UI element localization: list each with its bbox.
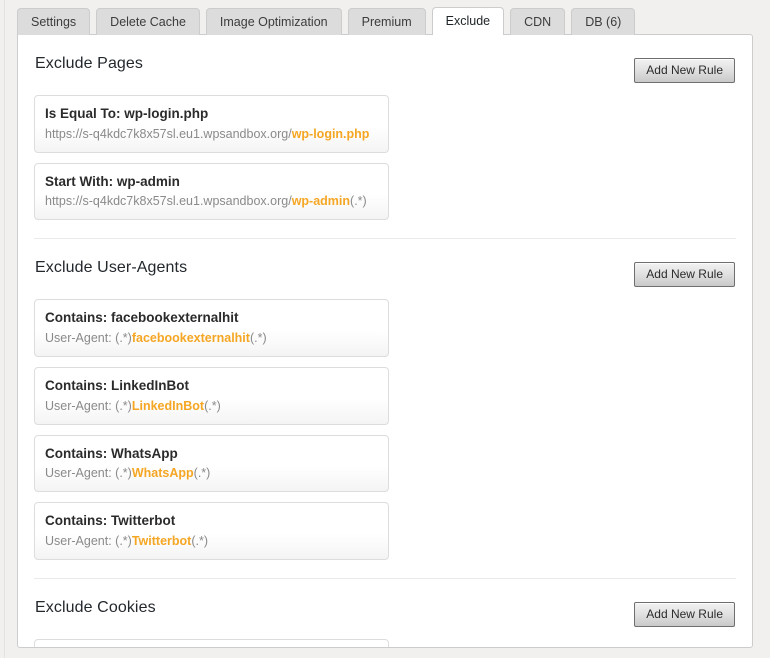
tab-label: Premium <box>361 14 412 29</box>
section-header: Exclude Pages Add New Rule <box>34 55 736 89</box>
rule-card-detail: User-Agent: (.*)WhatsApp(.*) <box>45 464 378 482</box>
tab-label: Exclude <box>445 14 491 29</box>
rule-detail-prefix: https://s-q4kdc7k8x57sl.eu1.wpsandbox.or… <box>45 194 292 209</box>
rule-card[interactable]: Contains: LinkedInBot User-Agent: (.*)Lin… <box>34 367 389 425</box>
rule-detail-suffix: (.*) <box>350 194 367 209</box>
rule-detail-prefix: User-Agent: (.*) <box>45 534 132 548</box>
tab-label: Settings <box>31 14 77 29</box>
tab-label: CDN <box>524 14 552 29</box>
rule-detail-highlight: Twitterbot <box>131 534 192 548</box>
tab-settings[interactable]: Settings <box>17 8 91 35</box>
rule-detail-highlight: facebookexternalhit <box>131 330 250 345</box>
rule-card[interactable]: Contains: AdminCaching has been disabled… <box>34 639 389 647</box>
tab-bar: Settings Delete Cache Image Optimization Pr… <box>17 7 636 36</box>
tab-label: Image Optimization <box>219 14 328 29</box>
rule-card-detail: User-Agent: (.*)Twitterbot(.*) <box>45 532 378 550</box>
rule-card[interactable]: Contains: Twitterbot User-Agent: (.*)Twit… <box>34 502 389 561</box>
tab-exclude[interactable]: Exclude <box>431 7 505 36</box>
tab-image-optimization[interactable]: Image Optimization <box>205 8 342 35</box>
panel-content: Exclude Pages Add New Rule Is Equal To: wp… <box>18 35 752 647</box>
section-title: Exclude User-Agents <box>35 259 188 277</box>
exclude-settings-page: Settings Delete Cache Image Optimization Pr… <box>0 0 770 658</box>
rule-detail-prefix: User-Agent: (.*) <box>45 330 132 345</box>
rule-card-list: Is Equal To: wp-login.php https://s-q4kdc… <box>34 95 736 221</box>
rule-card-title: Contains: LinkedInBot <box>45 378 189 394</box>
page-left-rule <box>4 0 5 658</box>
rule-detail-prefix: User-Agent: (.*) <box>45 466 132 481</box>
section-exclude-cookies: Exclude Cookies Add New Rule Contains: Adm… <box>34 579 736 647</box>
rule-card-title: Start With: wp-admin <box>45 173 180 189</box>
tab-premium[interactable]: Premium <box>347 8 426 35</box>
rule-card[interactable]: Is Equal To: wp-login.php https://s-q4kdc… <box>34 95 389 153</box>
rule-card-detail: https://s-q4kdc7k8x57sl.eu1.wpsandbox.or… <box>45 192 378 210</box>
rule-detail-prefix: User-Agent: (.*) <box>45 398 132 413</box>
add-new-rule-button[interactable]: Add New Rule <box>634 58 735 83</box>
section-title: Exclude Pages <box>35 55 144 72</box>
rule-detail-prefix: https://s-q4kdc7k8x57sl.eu1.wpsandbox.or… <box>45 126 292 141</box>
add-new-rule-button[interactable]: Add New Rule <box>634 262 735 288</box>
rule-card-title: Contains: facebookexternalhit <box>45 310 239 326</box>
rule-detail-suffix: (.*) <box>204 398 221 413</box>
rule-card-title: Is Equal To: wp-login.php <box>45 106 209 121</box>
rule-card-title: Contains: WhatsApp <box>45 445 178 461</box>
rule-card[interactable]: Start With: wp-admin https://s-q4kdc7k8x5… <box>34 162 389 221</box>
rule-card-detail: User-Agent: (.*)facebookexternalhit(.*) <box>45 329 378 347</box>
tab-cdn[interactable]: CDN <box>510 8 566 35</box>
rule-card[interactable]: Contains: WhatsApp User-Agent: (.*)WhatsA… <box>34 434 389 493</box>
section-header: Exclude Cookies Add New Rule <box>34 599 736 633</box>
section-exclude-user-agents: Exclude User-Agents Add New Rule Contains:… <box>34 239 736 580</box>
rule-detail-suffix: (.*) <box>191 534 208 548</box>
tab-delete-cache[interactable]: Delete Cache <box>96 8 200 35</box>
tab-db-6[interactable]: DB (6) <box>571 8 636 35</box>
section-exclude-pages: Exclude Pages Add New Rule Is Equal To: wp… <box>34 35 736 240</box>
rule-detail-highlight: WhatsApp <box>131 466 194 481</box>
exclude-panel: Exclude Pages Add New Rule Is Equal To: wp… <box>17 34 753 648</box>
rule-card-list: Contains: AdminCaching has been disabled… <box>34 639 736 647</box>
rule-detail-suffix: (.*) <box>249 330 267 345</box>
rule-card-title: Contains: Twitterbot <box>45 513 176 529</box>
rule-card-detail: https://s-q4kdc7k8x57sl.eu1.wpsandbox.or… <box>45 125 378 143</box>
rule-detail-highlight: wp-login.php <box>291 126 370 141</box>
rule-detail-highlight: wp-admin <box>291 194 351 209</box>
rule-card-list: Contains: facebookexternalhit User-Agent:… <box>34 299 736 561</box>
add-new-rule-button[interactable]: Add New Rule <box>634 602 735 628</box>
rule-card-detail: User-Agent: (.*)LinkedInBot(.*) <box>45 397 378 415</box>
rule-detail-suffix: (.*) <box>193 466 211 481</box>
section-title: Exclude Cookies <box>35 599 156 617</box>
rule-detail-highlight: LinkedInBot <box>131 398 205 413</box>
rule-card[interactable]: Contains: facebookexternalhit User-Agent:… <box>34 299 389 358</box>
tab-label: Delete Cache <box>110 14 186 29</box>
tab-label: DB (6) <box>585 14 622 29</box>
section-header: Exclude User-Agents Add New Rule <box>34 259 736 293</box>
